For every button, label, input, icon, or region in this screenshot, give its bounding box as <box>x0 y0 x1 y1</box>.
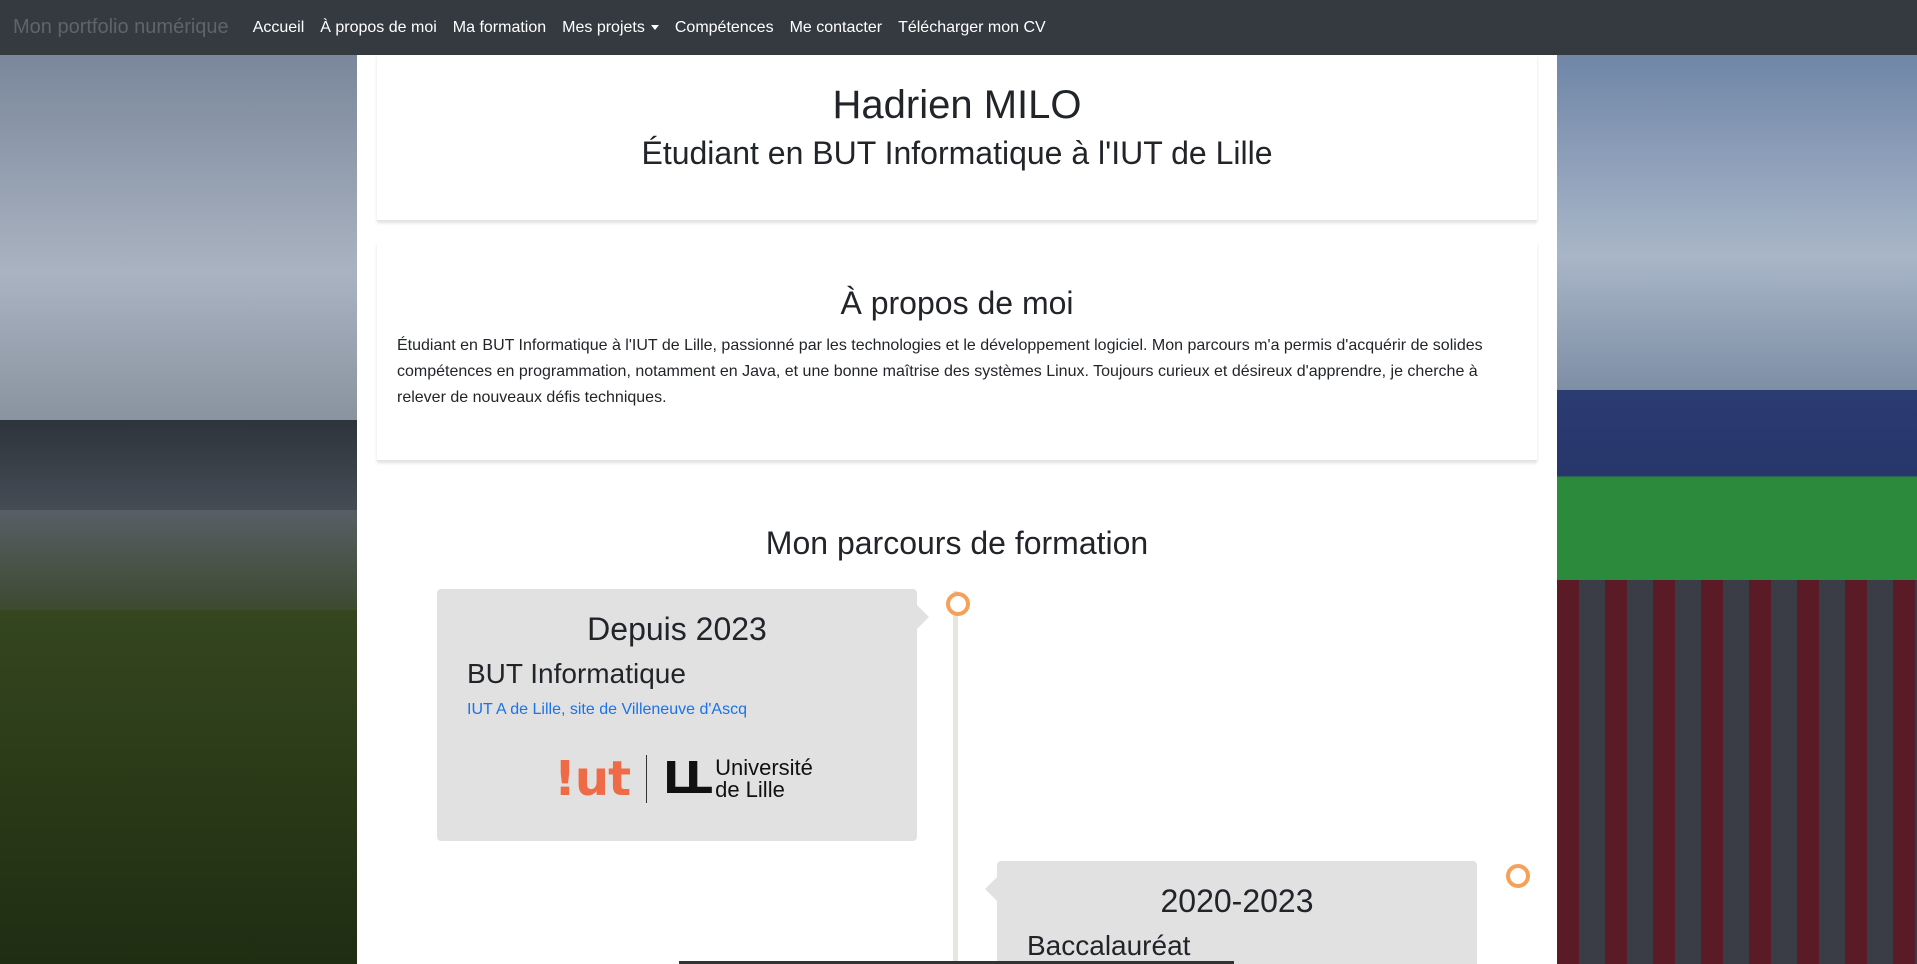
universite-lille-logo: LL Université de Lille <box>663 753 813 804</box>
formation-title: Mon parcours de formation <box>765 525 1149 561</box>
top-navbar: Mon portfolio numérique Accueil À propos… <box>0 0 1917 55</box>
timeline-degree: Baccalauréat <box>1027 930 1191 961</box>
background-right-sky <box>1557 55 1917 390</box>
nav-item-projets-dropdown[interactable]: Mes projets <box>562 19 659 37</box>
nav-item-a-propos[interactable]: À propos de moi <box>320 19 437 37</box>
nav-item-accueil[interactable]: Accueil <box>253 19 305 37</box>
timeline-entry: 2020-2023 Baccalauréat <box>985 861 1477 964</box>
nav-item-competences[interactable]: Compétences <box>675 19 774 37</box>
timeline-line <box>953 591 958 964</box>
page-subtitle: Étudiant en BUT Informatique à l'IUT de … <box>641 135 1273 171</box>
timeline-entry: Depuis 2023 BUT Informatique IUT A de Li… <box>437 589 929 841</box>
background-right-fence <box>1557 580 1917 964</box>
logo-divider <box>646 755 648 803</box>
background-left-bridge <box>0 420 357 510</box>
timeline-year: Depuis 2023 <box>587 611 767 647</box>
timeline-dot <box>946 592 970 616</box>
timeline-year: 2020-2023 <box>1160 883 1314 919</box>
chevron-down-icon <box>650 25 659 30</box>
iut-logo: !ut <box>554 751 631 807</box>
timeline-arrow <box>985 877 997 901</box>
formation-card: Mon parcours de formation Depuis 2023 BU… <box>377 483 1537 964</box>
iut-universite-lille-logo: !ut LL Université de Lille <box>554 755 813 803</box>
about-title: À propos de moi <box>840 285 1074 321</box>
nav-item-projets-label: Mes projets <box>562 18 645 36</box>
main-content: Hadrien MILO Étudiant en BUT Informatiqu… <box>357 55 1557 964</box>
background-left-hedge <box>0 610 357 964</box>
about-card: À propos de moi Étudiant en BUT Informat… <box>377 243 1537 461</box>
header-card: Hadrien MILO Étudiant en BUT Informatiqu… <box>377 55 1537 221</box>
nav-item-contact[interactable]: Me contacter <box>790 19 882 37</box>
page-title: Hadrien MILO <box>832 83 1082 127</box>
timeline-arrow <box>917 605 929 629</box>
navbar-brand[interactable]: Mon portfolio numérique <box>13 16 229 39</box>
timeline-degree: BUT Informatique <box>467 658 686 689</box>
nav-item-formation[interactable]: Ma formation <box>453 19 546 37</box>
timeline-dot <box>1506 864 1530 888</box>
background-left-sky <box>0 55 357 420</box>
timeline-school-link[interactable]: IUT A de Lille, site de Villeneuve d'Asc… <box>437 701 917 719</box>
about-text: Étudiant en BUT Informatique à l'IUT de … <box>397 337 1483 406</box>
background-right-train <box>1557 390 1917 580</box>
nav-item-cv[interactable]: Télécharger mon CV <box>898 19 1046 37</box>
